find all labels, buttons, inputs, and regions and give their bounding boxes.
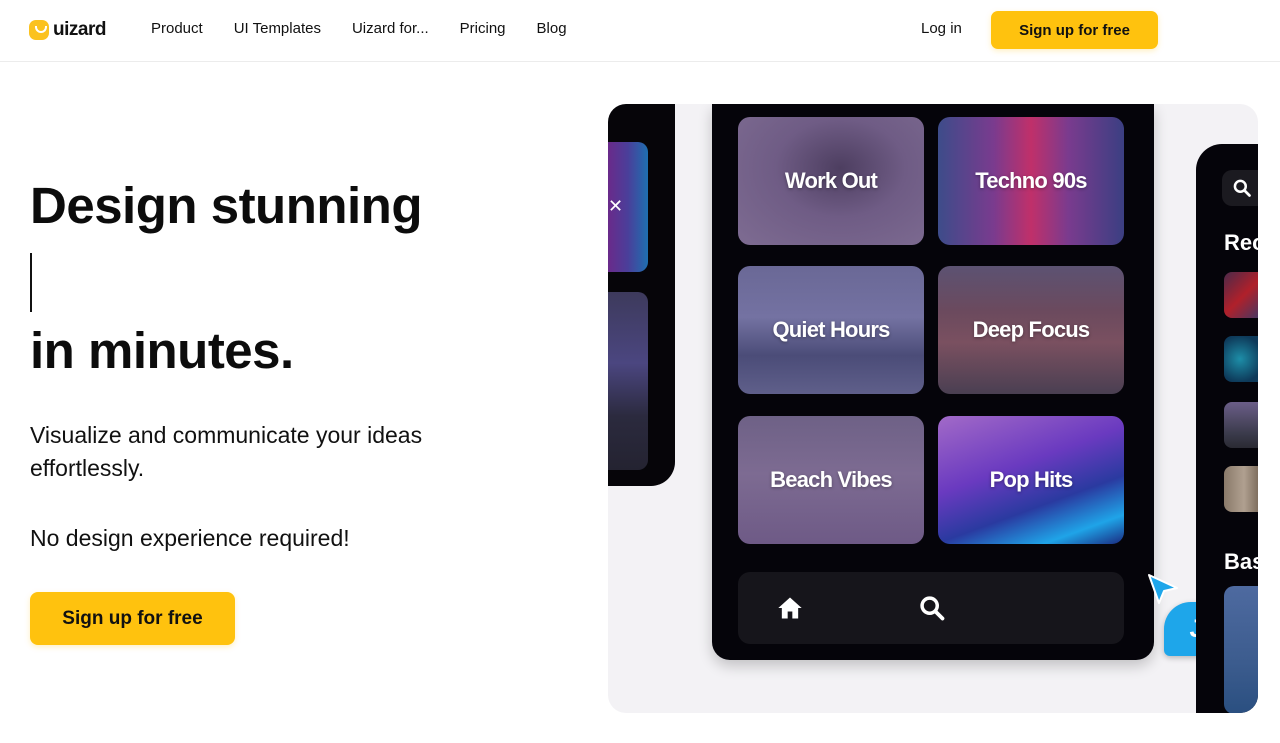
search-icon [1233,179,1251,197]
playlist-tile-deep-focus[interactable]: Deep Focus [938,266,1124,394]
hero-title-line2: in minutes. [30,322,294,379]
phone-tab-bar [738,572,1124,644]
hero-subtitle: Visualize and communicate your ideas eff… [30,422,423,481]
right-phone-thumbnail [1224,466,1258,512]
top-navigation: uizard Product UI Templates Uizard for..… [0,0,1280,62]
login-link[interactable]: Log in [921,20,962,37]
left-phone-mockup: ✕ [608,104,675,486]
nav-link-blog[interactable]: Blog [537,20,567,37]
close-icon: ✕ [608,196,624,216]
hero-note: No design experience required! [30,525,350,551]
nav-links: Product UI Templates Uizard for... Prici… [151,20,598,37]
nav-link-uizard-for[interactable]: Uizard for... [352,20,429,37]
home-icon[interactable] [776,594,804,622]
playlist-tile-techno-90s[interactable]: Techno 90s [938,117,1124,245]
collaborator-cursor-icon [1148,574,1178,604]
search-icon[interactable] [918,594,946,622]
hero-signup-button[interactable]: Sign up for free [30,592,235,645]
logo-icon [29,20,49,40]
nav-link-ui-templates[interactable]: UI Templates [234,20,321,37]
nav-link-product[interactable]: Product [151,20,203,37]
logo-text: uizard [53,19,106,40]
nav-link-pricing[interactable]: Pricing [460,20,506,37]
playlist-tile-beach-vibes[interactable]: Beach Vibes [738,416,924,544]
hero-title-line1: Design stunning [30,177,422,234]
right-phone-thumbnail [1224,336,1258,382]
main-phone-mockup: Work Out Techno 90s Quiet Hours Deep Foc… [712,104,1258,660]
typing-caret [30,253,32,312]
playlist-tile-work-out[interactable]: Work Out [738,117,924,245]
playlist-tile-pop-hits[interactable]: Pop Hits [938,416,1124,544]
right-phone-search-bar [1222,170,1258,206]
playlist-tile-quiet-hours[interactable]: Quiet Hours [738,266,924,394]
right-phone-thumbnail [1224,272,1258,318]
right-phone-mockup: Rec Bas [1196,144,1258,713]
right-phone-heading: Rec [1224,230,1258,255]
right-phone-thumbnail [1224,402,1258,448]
right-phone-card [1224,586,1258,713]
right-phone-heading: Bas [1224,549,1258,574]
left-phone-card [608,292,648,470]
uizard-logo[interactable]: uizard [29,19,106,41]
hero-product-visual: ✕ Work Out Techno 90s Quiet Hours Deep F… [608,104,1258,713]
nav-signup-button[interactable]: Sign up for free [991,11,1158,49]
